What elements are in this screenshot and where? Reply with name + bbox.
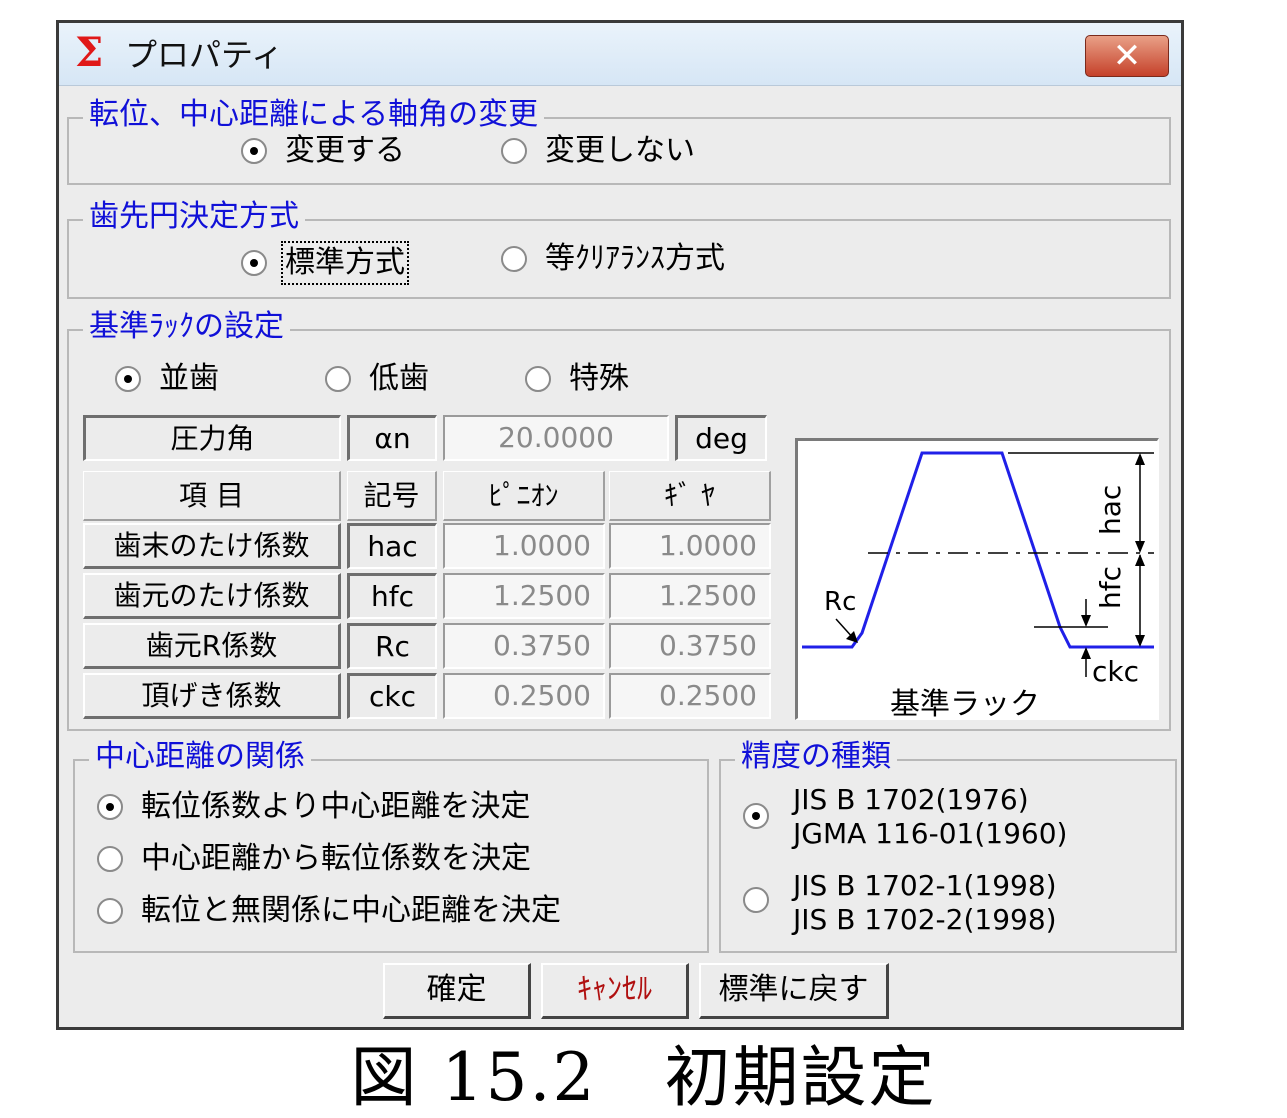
row-symbol: hac bbox=[347, 523, 437, 569]
radio-center-from-shift-indicator bbox=[97, 794, 123, 820]
figure-caption: 図 15.2 初期設定 bbox=[350, 1039, 937, 1116]
radio-change[interactable]: 変更する bbox=[241, 133, 405, 169]
rc-label: Rc bbox=[824, 587, 857, 617]
shaft-angle-group: 転位、中心距離による軸角の変更 変更する 変更しない bbox=[67, 95, 1171, 185]
radio-stub[interactable]: 低歯 bbox=[325, 361, 429, 397]
jis-1976-line2: JGMA 116-01(1960) bbox=[793, 817, 1068, 850]
row-gear-input[interactable]: 1.2500 bbox=[609, 573, 771, 619]
shaft-angle-legend: 転位、中心距離による軸角の変更 bbox=[83, 95, 545, 135]
row-gear-input[interactable]: 1.0000 bbox=[609, 523, 771, 569]
row-label: 歯元のたけ係数 bbox=[83, 573, 341, 619]
header-symbol: 記号 bbox=[347, 471, 437, 521]
hac-label: hac bbox=[1094, 484, 1127, 535]
jis-1976-line1: JIS B 1702(1976) bbox=[793, 783, 1029, 816]
radio-no-change[interactable]: 変更しない bbox=[501, 133, 695, 169]
rack-profile-line bbox=[802, 451, 1154, 649]
row-gear-input[interactable]: 0.2500 bbox=[609, 673, 771, 719]
row-pinion-input[interactable]: 1.2500 bbox=[443, 573, 605, 619]
pressure-angle-label: 圧力角 bbox=[83, 415, 341, 461]
row-label: 頂げき係数 bbox=[83, 673, 341, 719]
center-distance-legend: 中心距離の関係 bbox=[89, 737, 311, 777]
radio-equal-clearance-indicator bbox=[501, 246, 527, 272]
hfc-arrowhead-top bbox=[1135, 554, 1145, 566]
radio-special-label: 特殊 bbox=[569, 361, 629, 396]
accuracy-group: 精度の種類 JIS B 1702(1976) JGMA 116-01(1960)… bbox=[719, 737, 1177, 953]
radio-change-label: 変更する bbox=[285, 133, 405, 168]
row-symbol: ckc bbox=[347, 673, 437, 719]
radio-center-from-shift-label: 転位係数より中心距離を決定 bbox=[141, 789, 531, 824]
hfc-label: hfc bbox=[1094, 566, 1127, 609]
jis-1998-line2: JIS B 1702-2(1998) bbox=[793, 903, 1057, 936]
reset-default-button[interactable]: 標準に戻す bbox=[699, 963, 889, 1019]
radio-no-change-label: 変更しない bbox=[545, 133, 695, 168]
radio-full-depth[interactable]: 並歯 bbox=[115, 361, 219, 397]
radio-standard-indicator bbox=[241, 250, 267, 276]
radio-jis-1976-indicator bbox=[743, 803, 769, 829]
radio-shift-from-center[interactable]: 中心距離から転位係数を決定 bbox=[97, 841, 531, 877]
hac-arrowhead-top bbox=[1135, 453, 1145, 465]
pressure-angle-input[interactable]: 20.0000 bbox=[443, 415, 669, 461]
basic-rack-legend: 基準ﾗｯｸの設定 bbox=[83, 307, 290, 347]
accuracy-legend: 精度の種類 bbox=[735, 737, 897, 777]
radio-special[interactable]: 特殊 bbox=[525, 361, 629, 397]
ok-button[interactable]: 確定 bbox=[383, 963, 531, 1019]
rack-caption: 基準ラック bbox=[890, 687, 1040, 722]
ckc-label: ckc bbox=[1092, 655, 1140, 688]
title-bar[interactable]: Σ プロパティ ✕ bbox=[59, 23, 1181, 86]
radio-full-depth-label: 並歯 bbox=[159, 361, 219, 396]
tip-circle-legend: 歯先円決定方式 bbox=[83, 197, 305, 237]
radio-stub-label: 低歯 bbox=[369, 361, 429, 396]
radio-jis-1998[interactable] bbox=[743, 887, 787, 913]
row-label: 歯末のたけ係数 bbox=[83, 523, 341, 569]
radio-equal-clearance-label: 等ｸﾘｱﾗﾝｽ方式 bbox=[545, 241, 725, 276]
header-item: 項 目 bbox=[83, 471, 341, 521]
radio-full-depth-indicator bbox=[115, 366, 141, 392]
radio-jis-1998-indicator bbox=[743, 887, 769, 913]
radio-equal-clearance[interactable]: 等ｸﾘｱﾗﾝｽ方式 bbox=[501, 241, 725, 277]
row-gear-input[interactable]: 0.3750 bbox=[609, 623, 771, 669]
ckc-arrowhead-lower bbox=[1081, 647, 1091, 659]
hfc-arrowhead-bottom bbox=[1135, 635, 1145, 647]
header-pinion: ﾋﾟﾆｵﾝ bbox=[443, 471, 605, 521]
header-gear: ｷﾞ ﾔ bbox=[609, 471, 771, 521]
row-pinion-input[interactable]: 0.2500 bbox=[443, 673, 605, 719]
row-symbol: Rc bbox=[347, 623, 437, 669]
row-symbol: hfc bbox=[347, 573, 437, 619]
radio-center-independent-indicator bbox=[97, 898, 123, 924]
radio-standard-label: 標準方式 bbox=[281, 241, 409, 285]
radio-special-indicator bbox=[525, 366, 551, 392]
tip-circle-group: 歯先円決定方式 標準方式 等ｸﾘｱﾗﾝｽ方式 bbox=[67, 197, 1171, 299]
row-pinion-input[interactable]: 0.3750 bbox=[443, 623, 605, 669]
radio-center-independent[interactable]: 転位と無関係に中心距離を決定 bbox=[97, 893, 561, 929]
radio-standard[interactable]: 標準方式 bbox=[241, 241, 409, 285]
row-pinion-input[interactable]: 1.0000 bbox=[443, 523, 605, 569]
radio-no-change-indicator bbox=[501, 138, 527, 164]
radio-change-indicator bbox=[241, 138, 267, 164]
ckc-arrowhead-upper bbox=[1081, 615, 1091, 627]
cancel-button[interactable]: ｷｬﾝｾﾙ bbox=[541, 963, 689, 1019]
sigma-app-icon: Σ bbox=[75, 29, 104, 76]
radio-shift-from-center-label: 中心距離から転位係数を決定 bbox=[141, 841, 531, 876]
radio-jis-1976[interactable] bbox=[743, 803, 787, 829]
properties-dialog: Σ プロパティ ✕ 転位、中心距離による軸角の変更 変更する 変更しない 歯先円… bbox=[56, 20, 1184, 1030]
radio-stub-indicator bbox=[325, 366, 351, 392]
window-title: プロパティ bbox=[125, 36, 284, 74]
basic-rack-diagram: Rc hac hfc ckc 基準ラック bbox=[795, 438, 1159, 722]
center-distance-group: 中心距離の関係 転位係数より中心距離を決定 中心距離から転位係数を決定 転位と無… bbox=[73, 737, 709, 953]
radio-center-independent-label: 転位と無関係に中心距離を決定 bbox=[141, 893, 561, 928]
row-label: 歯元R係数 bbox=[83, 623, 341, 669]
jis-1998-line1: JIS B 1702-1(1998) bbox=[793, 869, 1057, 902]
radio-center-from-shift[interactable]: 転位係数より中心距離を決定 bbox=[97, 789, 530, 825]
hac-arrowhead-bottom bbox=[1135, 541, 1145, 553]
pressure-angle-unit: deg bbox=[675, 415, 767, 461]
close-button[interactable]: ✕ bbox=[1085, 35, 1169, 77]
radio-shift-from-center-indicator bbox=[97, 846, 123, 872]
pressure-angle-symbol: αn bbox=[347, 415, 437, 461]
